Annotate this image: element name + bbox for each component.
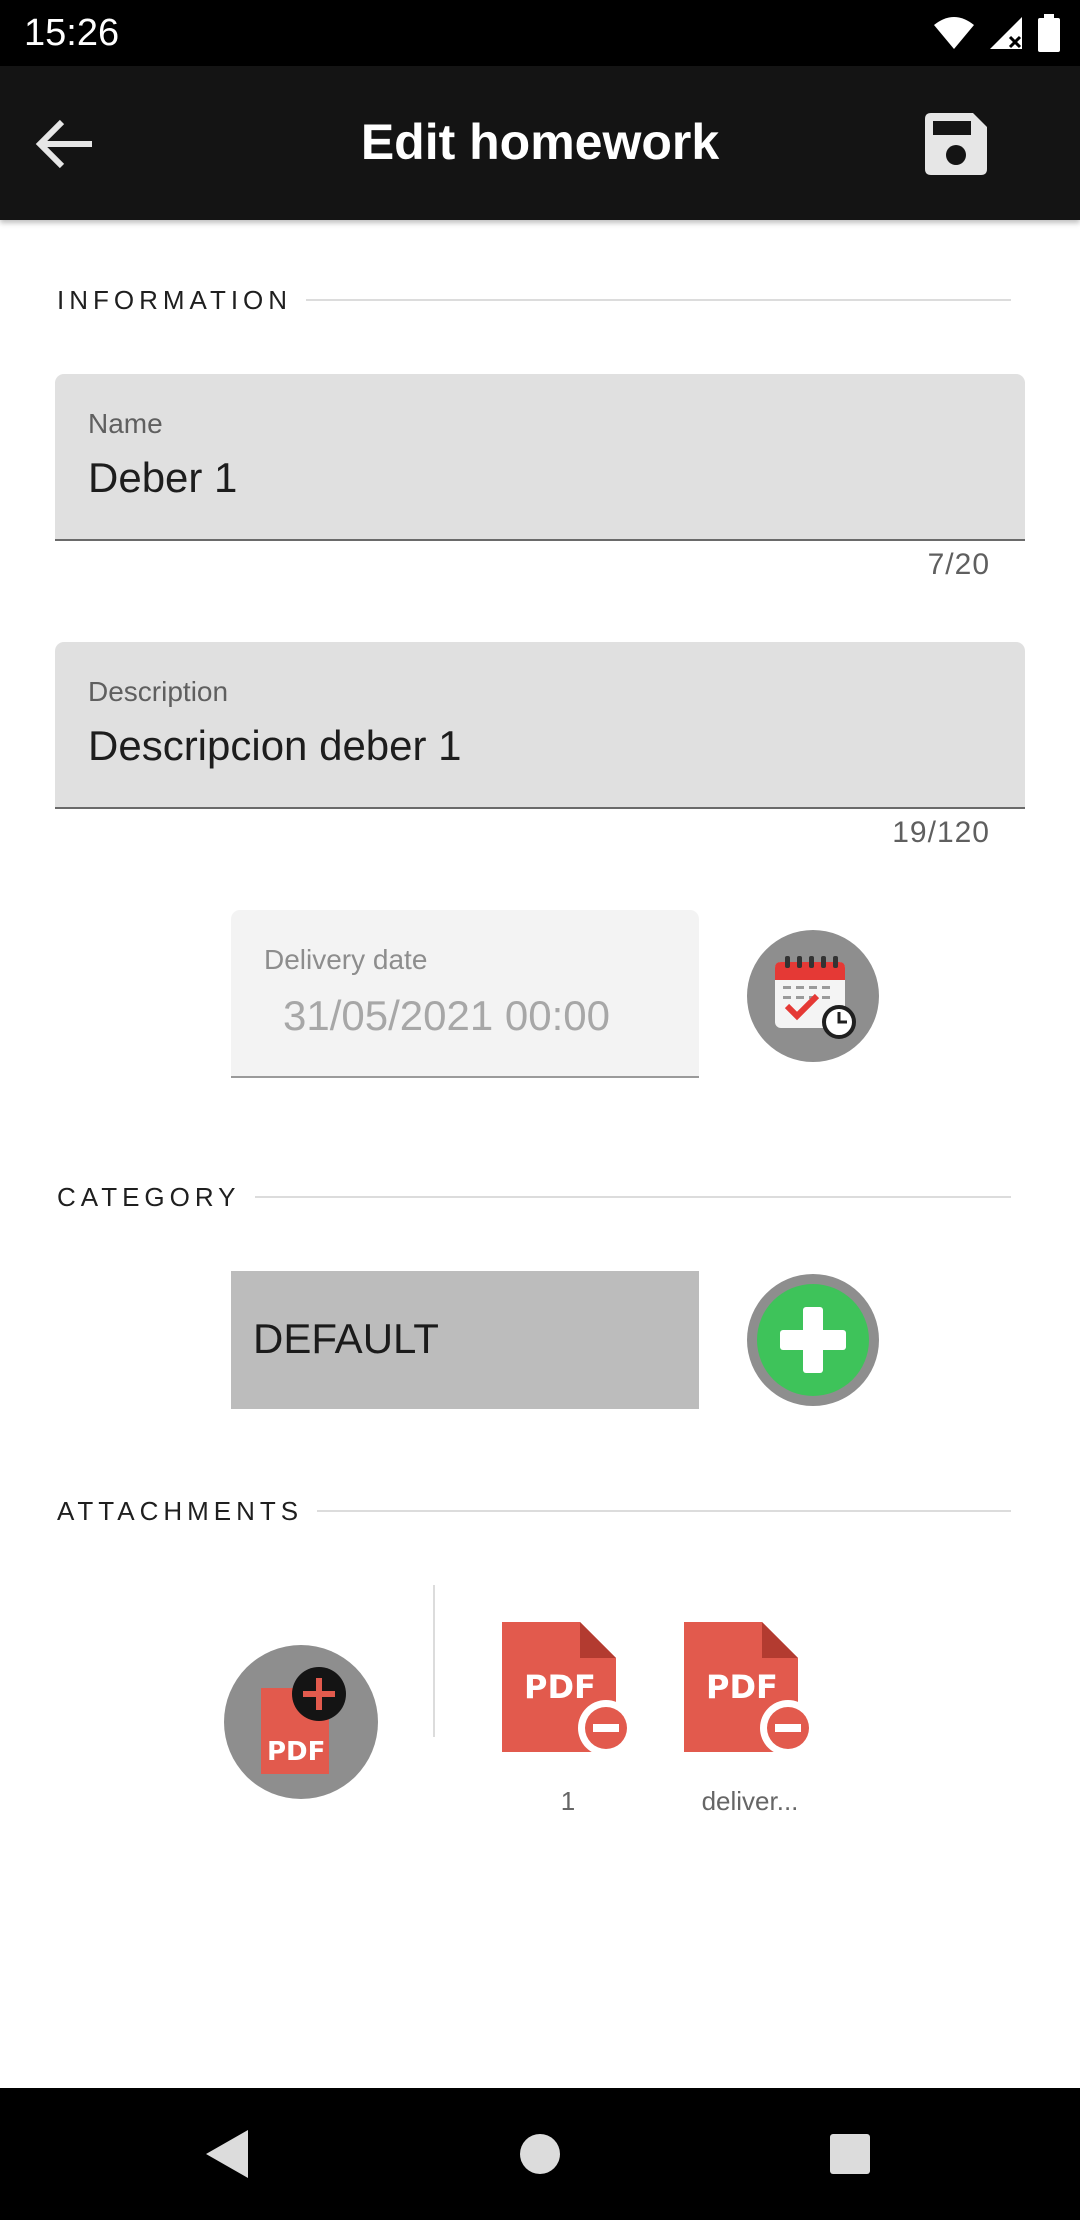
section-information-header: INFORMATION bbox=[57, 280, 1011, 320]
delivery-date-field: Delivery date 31/05/2021 00:00 bbox=[231, 910, 699, 1078]
name-field[interactable]: Name Deber 1 bbox=[55, 374, 1025, 541]
section-category-label: CATEGORY bbox=[57, 1181, 241, 1212]
description-field-value[interactable]: Descripcion deber 1 bbox=[88, 722, 462, 770]
description-char-counter: 19/120 bbox=[892, 816, 990, 849]
delivery-date-value: 31/05/2021 00:00 bbox=[283, 992, 610, 1039]
name-field-value[interactable]: Deber 1 bbox=[88, 454, 237, 502]
add-attachment-button[interactable]: PDF bbox=[224, 1645, 378, 1799]
svg-text:PDF: PDF bbox=[267, 1737, 325, 1767]
nav-recents-button[interactable] bbox=[805, 2118, 895, 2190]
nav-home-button[interactable] bbox=[495, 2118, 585, 2190]
attachment-label: 1 bbox=[560, 1786, 576, 1816]
description-field-label: Description bbox=[88, 676, 229, 707]
app-bar: Edit homework bbox=[0, 66, 1080, 220]
section-divider bbox=[306, 299, 1011, 301]
category-select[interactable]: DEFAULT bbox=[231, 1271, 699, 1409]
attachment-item[interactable]: PDF 1 bbox=[498, 1618, 638, 1816]
wifi-icon bbox=[934, 17, 974, 49]
nav-back-button[interactable] bbox=[182, 2118, 272, 2190]
pdf-remove-icon: PDF bbox=[684, 1622, 816, 1756]
add-category-button[interactable] bbox=[747, 1274, 879, 1406]
status-time: 15:26 bbox=[24, 12, 120, 54]
signal-icon bbox=[990, 17, 1022, 49]
calendar-clock-icon bbox=[775, 956, 856, 1039]
attachments-divider bbox=[433, 1585, 435, 1737]
section-divider bbox=[317, 1510, 1011, 1512]
section-attachments-label: ATTACHMENTS bbox=[57, 1495, 304, 1526]
section-information-label: INFORMATION bbox=[57, 284, 293, 315]
plus-icon bbox=[757, 1284, 869, 1396]
home-circle-icon bbox=[520, 2134, 560, 2174]
attachment-item[interactable]: PDF deliver... bbox=[680, 1618, 820, 1816]
floppy-disk-save-icon bbox=[925, 113, 987, 175]
battery-icon bbox=[1038, 14, 1060, 52]
status-bar: 15:26 bbox=[0, 0, 1080, 66]
category-selected-value: DEFAULT bbox=[253, 1315, 439, 1362]
name-char-counter: 7/20 bbox=[927, 548, 990, 581]
date-picker-button[interactable] bbox=[747, 930, 879, 1062]
section-category-header: CATEGORY bbox=[57, 1177, 1011, 1217]
section-attachments-header: ATTACHMENTS bbox=[57, 1491, 1011, 1531]
name-field-label: Name bbox=[88, 408, 163, 439]
section-divider bbox=[254, 1196, 1011, 1198]
recents-square-icon bbox=[830, 2134, 870, 2174]
save-button[interactable] bbox=[914, 102, 998, 186]
attachment-label: deliver... bbox=[701, 1786, 799, 1816]
edit-homework-screen: 15:26 Edit homework INFORMATION Name Deb… bbox=[0, 0, 1080, 2220]
svg-text:PDF: PDF bbox=[524, 1668, 596, 1706]
add-pdf-icon: PDF bbox=[261, 1667, 346, 1774]
delivery-date-label: Delivery date bbox=[264, 944, 428, 975]
svg-text:PDF: PDF bbox=[706, 1668, 778, 1706]
description-field[interactable]: Description Descripcion deber 1 bbox=[55, 642, 1025, 809]
status-icons bbox=[932, 12, 1060, 54]
back-triangle-icon bbox=[206, 2130, 248, 2178]
pdf-remove-icon: PDF bbox=[502, 1622, 634, 1756]
system-nav-bar bbox=[0, 2088, 1080, 2220]
